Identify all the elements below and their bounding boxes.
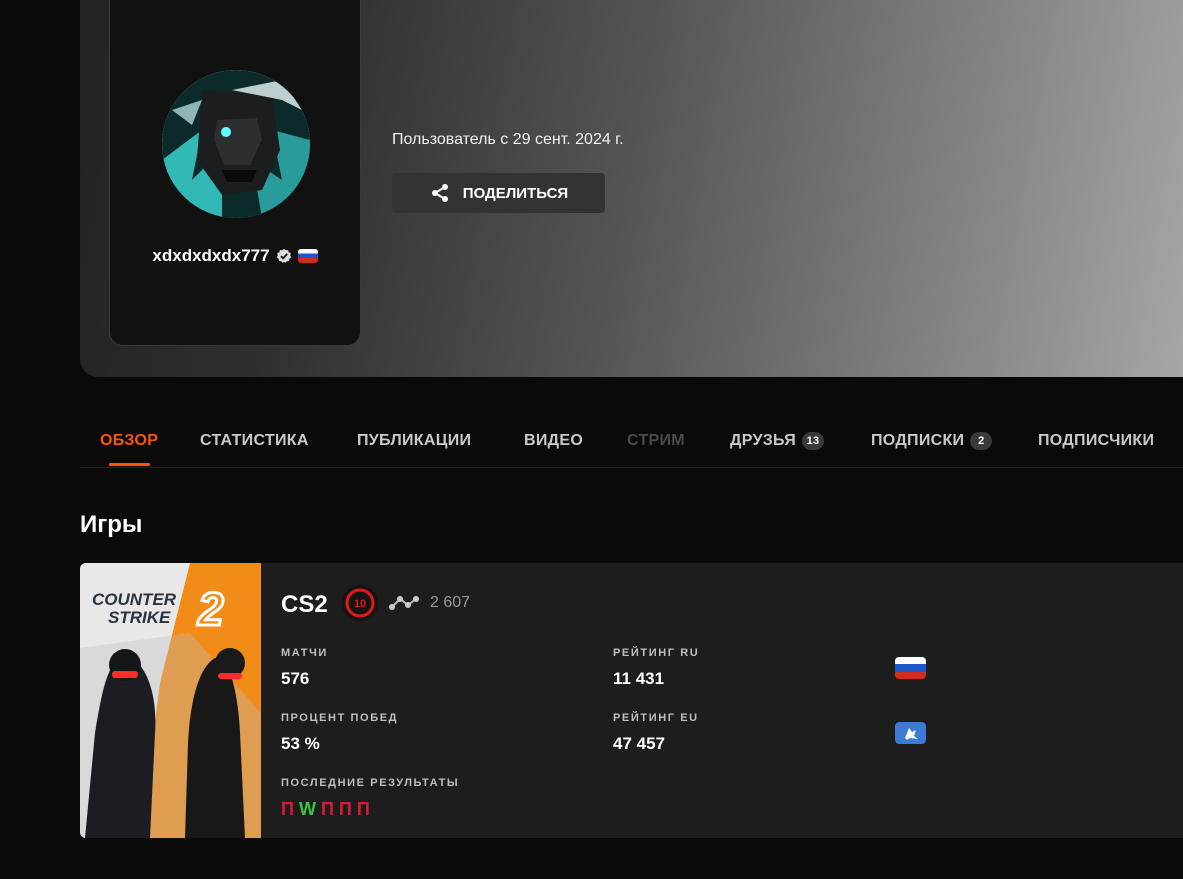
tab-label: СТАТИСТИКА [200, 432, 309, 449]
cs2-cover-image: COUNTER STRIKE 2 [80, 563, 261, 838]
tab-overview[interactable]: ОБЗОР [100, 432, 158, 450]
recent-results: П W П П П [281, 799, 370, 820]
game-name: CS2 [281, 591, 328, 618]
rating-ru-value: 11 431 [613, 669, 665, 688]
tab-subscribers[interactable]: ПОДПИСЧИКИ [1038, 432, 1154, 450]
avatar-image [162, 70, 310, 218]
cs2-cover-art: COUNTER STRIKE 2 [80, 563, 261, 838]
result-item: П [281, 799, 294, 819]
tab-label: ПОДПИСКИ [871, 432, 965, 449]
result-item: П [338, 799, 352, 819]
share-icon [431, 184, 448, 202]
result-item: П [356, 799, 370, 819]
rating-eu-label: РЕЙТИНГ EU [613, 712, 699, 724]
tab-statistics[interactable]: СТАТИСТИКА [200, 432, 309, 450]
profile-card: xdxdxdxdx777 [109, 0, 361, 346]
tab-label: СТРИМ [627, 432, 685, 449]
tab-label: ПУБЛИКАЦИИ [357, 432, 472, 449]
elo-value: 2 607 [430, 594, 471, 611]
avatar [162, 70, 310, 218]
tab-publications[interactable]: ПУБЛИКАЦИИ [357, 432, 471, 450]
cover-title-line2: STRIKE [108, 608, 171, 627]
cover-title-line1: COUNTER [92, 590, 177, 609]
member-since: Пользователь с 29 сент. 2024 г. [392, 131, 624, 148]
game-card-cs2[interactable]: COUNTER STRIKE 2 CS2 10 2 607 МАТЧИ 576 … [80, 563, 1183, 838]
subscriptions-count-badge: 2 [970, 432, 993, 450]
share-button[interactable]: ПОДЕЛИТЬСЯ [392, 173, 605, 213]
recent-results-label: ПОСЛЕДНИЕ РЕЗУЛЬТАТЫ [281, 777, 460, 789]
winrate-label: ПРОЦЕНТ ПОБЕД [281, 712, 399, 724]
russia-flag-icon [895, 657, 926, 679]
profile-tabs: ОБЗОР СТАТИСТИКА ПУБЛИКАЦИИ ВИДЕО СТРИМ … [80, 415, 1183, 468]
matches-value: 576 [281, 669, 310, 688]
matches-label: МАТЧИ [281, 647, 328, 659]
result-item: W [298, 799, 316, 819]
tab-friends[interactable]: ДРУЗЬЯ 13 [730, 432, 825, 450]
skill-level-value: 10 [354, 598, 366, 610]
tab-label: ПОДПИСЧИКИ [1038, 432, 1155, 449]
rating-eu-value: 47 457 [613, 734, 665, 753]
username-row: xdxdxdxdx777 [110, 246, 360, 266]
games-section-title: Игры [80, 511, 143, 538]
rating-ru-label: РЕЙТИНГ RU [613, 647, 700, 659]
friends-count-badge: 13 [802, 432, 825, 450]
russia-flag-icon [297, 249, 318, 263]
tab-label: ВИДЕО [524, 432, 584, 449]
europe-region-icon [895, 722, 926, 744]
tab-stream: СТРИМ [627, 432, 685, 450]
tab-video[interactable]: ВИДЕО [524, 432, 583, 450]
skill-level-badge: 10 [342, 585, 378, 621]
winrate-value: 53 % [281, 734, 320, 753]
tab-label: ДРУЗЬЯ [730, 432, 797, 449]
elo-graph-icon [389, 596, 419, 610]
active-tab-indicator [109, 463, 150, 466]
result-item: П [320, 799, 334, 819]
tab-label: ОБЗОР [100, 432, 159, 449]
username: xdxdxdxdx777 [152, 246, 270, 265]
cover-title-number: 2 [197, 583, 224, 635]
share-label: ПОДЕЛИТЬСЯ [462, 184, 569, 202]
tab-subscriptions[interactable]: ПОДПИСКИ 2 [871, 432, 993, 450]
verified-icon [276, 248, 291, 263]
